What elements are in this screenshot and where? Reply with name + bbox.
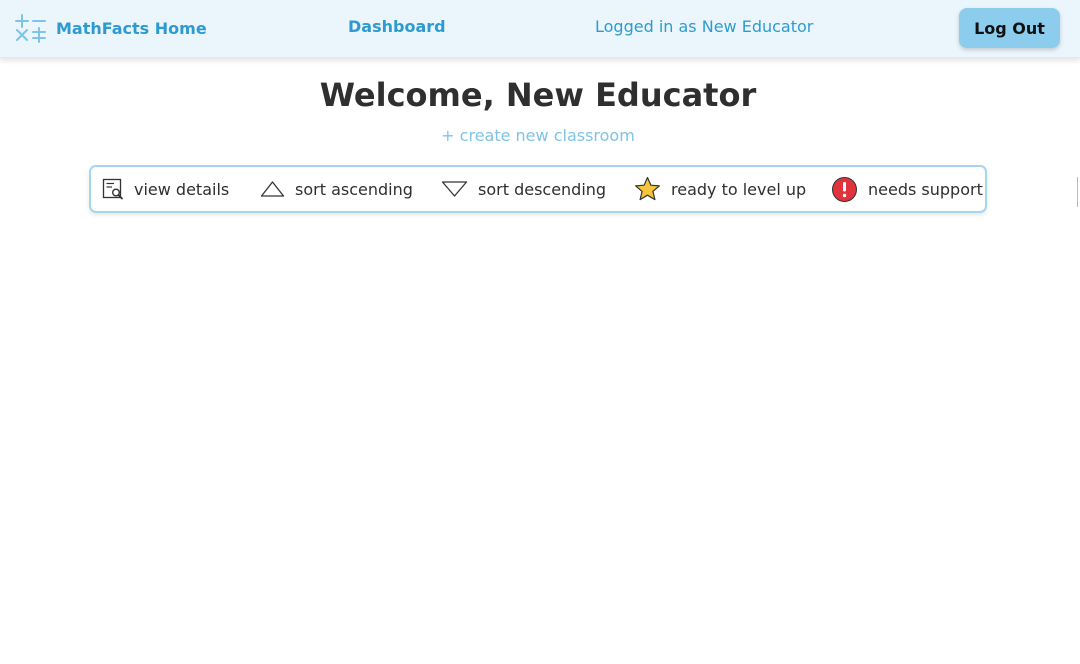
page-title: Welcome, New Educator bbox=[319, 76, 757, 114]
sort-ascending-icon bbox=[260, 180, 285, 198]
home-link[interactable]: MathFacts Home bbox=[14, 12, 207, 44]
brand-label[interactable]: MathFacts Home bbox=[56, 19, 207, 38]
logged-in-status: Logged in as New Educator bbox=[595, 17, 814, 36]
legend-label: sort descending bbox=[478, 179, 607, 199]
star-icon bbox=[634, 176, 661, 202]
icon-legend: view details sort ascending sort descend… bbox=[89, 165, 987, 213]
top-navigation-bar: MathFacts Home Dashboard Logged in as Ne… bbox=[0, 0, 1080, 58]
create-classroom-link[interactable]: + create new classroom bbox=[0, 126, 1076, 145]
legend-item-sort-ascending: sort ascending bbox=[260, 167, 413, 211]
legend-label: view details bbox=[134, 179, 230, 199]
alert-icon bbox=[831, 176, 858, 203]
sort-descending-icon bbox=[441, 180, 468, 198]
log-out-button[interactable]: Log Out bbox=[959, 8, 1060, 48]
legend-label: needs support bbox=[868, 179, 983, 199]
legend-item-sort-descending: sort descending bbox=[441, 167, 606, 211]
dashboard-link[interactable]: Dashboard bbox=[348, 17, 446, 36]
legend-label: ready to level up bbox=[671, 179, 807, 199]
legend-item-needs-support: needs support bbox=[831, 167, 983, 211]
legend-label: sort ascending bbox=[295, 179, 413, 199]
math-operators-icon bbox=[15, 14, 46, 43]
legend-item-view-details: view details bbox=[102, 167, 229, 211]
legend-item-ready-to-level-up: ready to level up bbox=[634, 167, 806, 211]
view-details-icon bbox=[102, 178, 124, 200]
